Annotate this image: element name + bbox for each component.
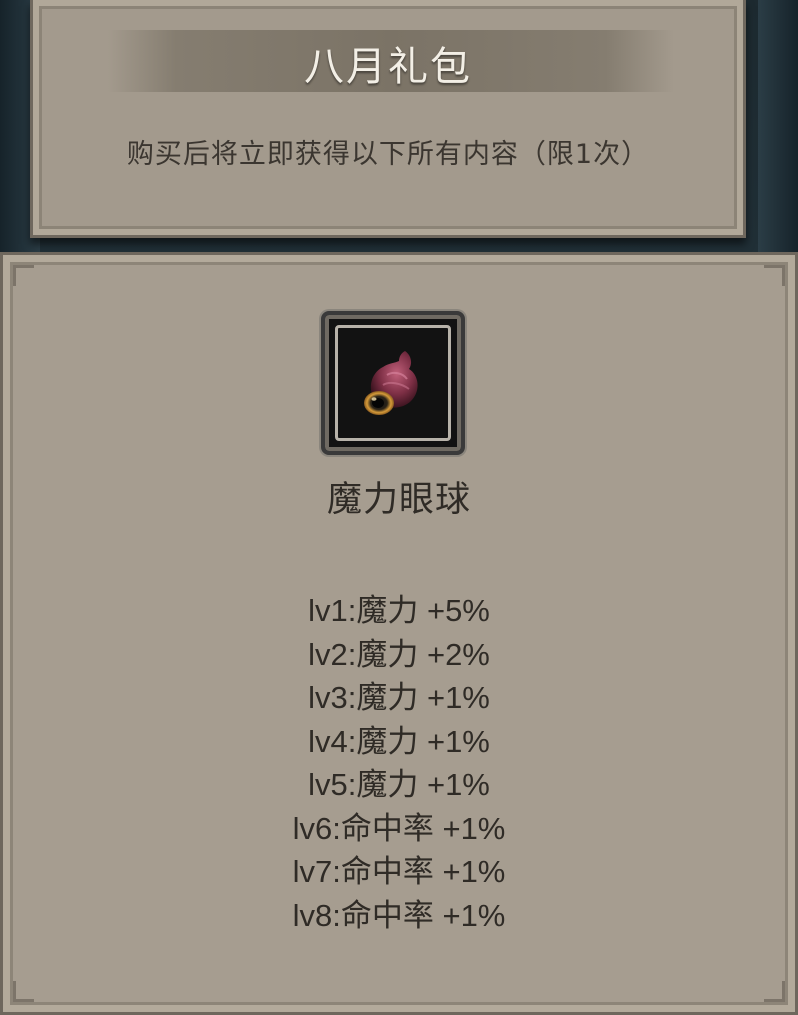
header-panel: 八月礼包 购买后将立即获得以下所有内容（限1次） [30, 0, 746, 238]
contents-panel: 魔力眼球 lv1:魔力 +5% lv2:魔力 +2% lv3:魔力 +1% lv… [0, 252, 798, 1015]
item-slot[interactable] [321, 311, 465, 455]
corner-ornament [764, 981, 785, 1002]
level-bonus-list: lv1:魔力 +5% lv2:魔力 +2% lv3:魔力 +1% lv4:魔力 … [3, 589, 795, 937]
corner-ornament [764, 265, 785, 286]
corner-ornament [13, 981, 34, 1002]
level-bonus-3: lv3:魔力 +1% [308, 680, 490, 715]
level-bonus-1: lv1:魔力 +5% [308, 593, 490, 628]
level-bonus-2: lv2:魔力 +2% [308, 636, 490, 672]
corner-ornament [13, 265, 34, 286]
magic-eyeball-icon [364, 351, 418, 415]
level-bonus-4: lv4:魔力 +1% [308, 723, 490, 759]
pack-description: 购买后将立即获得以下所有内容（限1次） [126, 139, 650, 170]
item-name: 魔力眼球 [326, 480, 471, 520]
level-bonus-6: lv6:命中率 +1% [292, 810, 506, 846]
level-bonus-7: lv7:命中率 +1% [292, 854, 506, 889]
level-bonus-5: lv5:魔力 +1% [308, 767, 490, 802]
level-bonus-8: lv8:命中率 +1% [292, 897, 506, 933]
pack-title: 八月礼包 [304, 44, 472, 90]
